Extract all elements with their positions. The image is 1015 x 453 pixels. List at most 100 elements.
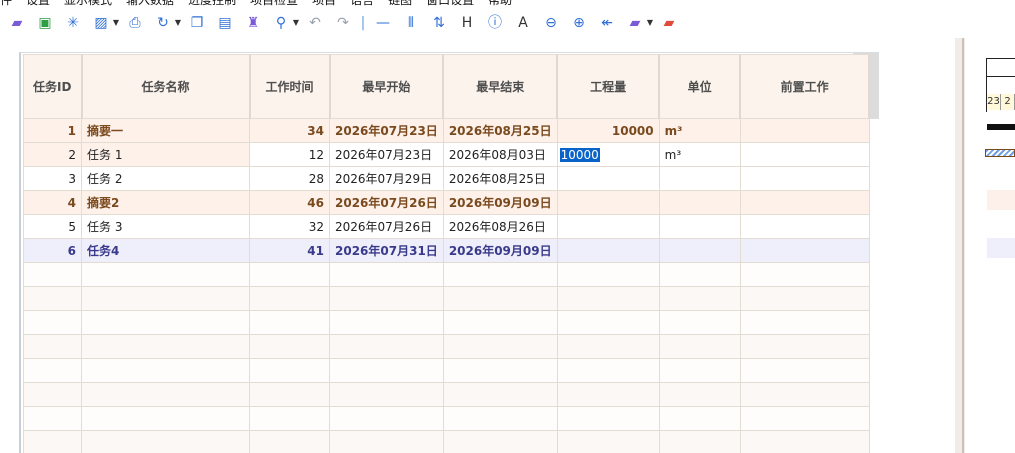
menu-file[interactable]: 件 <box>0 0 12 8</box>
cell-duration[interactable]: 32 <box>249 214 330 239</box>
gantt-summary-bar[interactable] <box>987 124 1015 130</box>
menu-input-data[interactable]: 输入数据 <box>126 0 174 8</box>
table-row-empty[interactable] <box>23 382 870 407</box>
cell-early-finish[interactable]: 2026年09月09日 <box>442 238 558 263</box>
save-icon[interactable]: ▣ <box>34 12 56 34</box>
col-header-task-id[interactable]: 任务ID <box>23 54 83 119</box>
col-header-duration[interactable]: 工作时间 <box>249 54 331 119</box>
open-folder-icon[interactable]: ▰ <box>6 12 28 34</box>
zoom-icon[interactable]: ⚲ <box>270 12 292 34</box>
table-row-empty[interactable] <box>23 334 870 359</box>
cell-task-name[interactable]: 任务4 <box>81 238 250 263</box>
cell-predecessor[interactable] <box>739 190 870 215</box>
cell-early-start[interactable]: 2026年07月23日 <box>329 142 444 167</box>
undo-icon[interactable]: ↶ <box>304 12 326 34</box>
cell-quantity[interactable]: 10000 <box>556 118 660 143</box>
cell-task-id[interactable]: 6 <box>23 238 82 263</box>
paste-icon[interactable]: ▤ <box>214 12 236 34</box>
menu-window-settings[interactable]: 窗口设置 <box>426 0 474 8</box>
cell-duration[interactable]: 12 <box>249 142 330 167</box>
cell-early-finish[interactable]: 2026年08月26日 <box>442 214 558 239</box>
cell-early-start[interactable]: 2026年07月23日 <box>329 118 444 143</box>
cell-duration[interactable]: 28 <box>249 166 330 191</box>
chevron-down-icon[interactable]: ▼ <box>174 12 182 34</box>
print-icon[interactable]: ⎙ <box>124 12 146 34</box>
cell-unit[interactable] <box>658 238 741 263</box>
cell-early-finish[interactable]: 2026年08月03日 <box>442 142 558 167</box>
cell-task-id[interactable]: 2 <box>23 142 82 167</box>
cell-task-id[interactable]: 3 <box>23 166 82 191</box>
cell-task-name[interactable]: 任务 2 <box>81 166 250 191</box>
cell-early-finish[interactable]: 2026年08月25日 <box>442 166 558 191</box>
cell-predecessor[interactable] <box>739 118 870 143</box>
refresh-icon[interactable]: ↻ <box>152 12 174 34</box>
copy-icon[interactable]: ❐ <box>186 12 208 34</box>
table-row-empty[interactable] <box>23 406 870 431</box>
cell-quantity[interactable] <box>556 238 660 263</box>
folder-icon[interactable]: ▰ <box>624 12 646 34</box>
table-row[interactable]: 4 摘要2 46 2026年07月26日 2026年09月09日 <box>23 190 870 215</box>
menu-help[interactable]: 帮助 <box>488 0 512 8</box>
cell-unit[interactable] <box>658 190 741 215</box>
col-header-predecessor[interactable]: 前置工作 <box>739 54 871 119</box>
info-icon[interactable]: ⓘ <box>484 12 506 34</box>
cell-task-id[interactable]: 1 <box>23 118 82 143</box>
cell-early-start[interactable]: 2026年07月31日 <box>329 238 444 263</box>
col-header-early-finish[interactable]: 最早结束 <box>442 54 559 119</box>
star-icon[interactable]: ✳ <box>62 12 84 34</box>
splitter[interactable] <box>955 38 965 453</box>
gantt-chart[interactable]: 23 2 <box>966 38 1015 453</box>
menu-project[interactable]: 项目 <box>312 0 336 8</box>
col-header-task-name[interactable]: 任务名称 <box>81 54 251 119</box>
table-row-empty[interactable] <box>23 286 870 311</box>
cell-early-start[interactable]: 2026年07月29日 <box>329 166 444 191</box>
cell-task-name[interactable]: 摘要2 <box>81 190 250 215</box>
cell-quantity[interactable] <box>556 214 660 239</box>
cell-predecessor[interactable] <box>739 238 870 263</box>
columns-icon[interactable]: ⫴ <box>400 12 422 34</box>
table-row-empty[interactable] <box>23 310 870 335</box>
table-row-empty[interactable] <box>23 430 870 453</box>
cell-task-id[interactable]: 5 <box>23 214 82 239</box>
cell-early-start[interactable]: 2026年07月26日 <box>329 214 444 239</box>
cell-quantity-editing[interactable]: 10000 <box>556 142 660 167</box>
cell-early-finish[interactable]: 2026年09月09日 <box>442 190 558 215</box>
table-row[interactable]: 5 任务 3 32 2026年07月26日 2026年08月26日 <box>23 214 870 239</box>
col-header-quantity[interactable]: 工程量 <box>556 54 661 119</box>
gantt-task-bar[interactable] <box>985 149 1015 157</box>
table-row[interactable]: 3 任务 2 28 2026年07月29日 2026年08月25日 <box>23 166 870 191</box>
cell-quantity[interactable] <box>556 190 660 215</box>
cell-unit[interactable] <box>658 166 741 191</box>
image-export-icon[interactable]: ▨ <box>90 12 112 34</box>
line-icon[interactable]: — <box>372 12 394 34</box>
cell-early-finish[interactable]: 2026年08月25日 <box>442 118 558 143</box>
cell-duration[interactable]: 46 <box>249 190 330 215</box>
sort-icon[interactable]: ⇅ <box>428 12 450 34</box>
chevron-down-icon[interactable]: ▼ <box>112 12 120 34</box>
cell-task-name[interactable]: 任务 3 <box>81 214 250 239</box>
table-row-selected[interactable]: 6 任务4 41 2026年07月31日 2026年09月09日 <box>23 238 870 263</box>
chevron-down-icon[interactable]: ▼ <box>646 12 654 34</box>
format-painter-icon[interactable]: ♜ <box>242 12 264 34</box>
redo-icon[interactable]: ↷ <box>332 12 354 34</box>
cell-unit[interactable]: m³ <box>658 142 741 167</box>
quantity-edit-input[interactable]: 10000 <box>559 147 600 162</box>
cell-predecessor[interactable] <box>739 142 870 167</box>
col-header-early-start[interactable]: 最早开始 <box>329 54 445 119</box>
cell-early-start[interactable]: 2026年07月26日 <box>329 190 444 215</box>
cell-task-name[interactable]: 摘要一 <box>81 118 250 143</box>
chevron-down-icon[interactable]: ▼ <box>292 12 300 34</box>
menu-settings[interactable]: 设置 <box>26 0 50 8</box>
zoom-out-icon[interactable]: ⊖ <box>540 12 562 34</box>
cell-unit[interactable]: m³ <box>658 118 741 143</box>
cell-predecessor[interactable] <box>739 166 870 191</box>
cell-predecessor[interactable] <box>739 214 870 239</box>
cell-duration[interactable]: 34 <box>249 118 330 143</box>
table-row-empty[interactable] <box>23 358 870 383</box>
cell-quantity[interactable] <box>556 166 660 191</box>
menu-project-check[interactable]: 项目检查 <box>250 0 298 8</box>
font-icon[interactable]: A <box>512 12 534 34</box>
menu-language[interactable]: 语言 <box>350 0 374 8</box>
menu-chain[interactable]: 链图 <box>388 0 412 8</box>
back-icon[interactable]: ↞ <box>596 12 618 34</box>
